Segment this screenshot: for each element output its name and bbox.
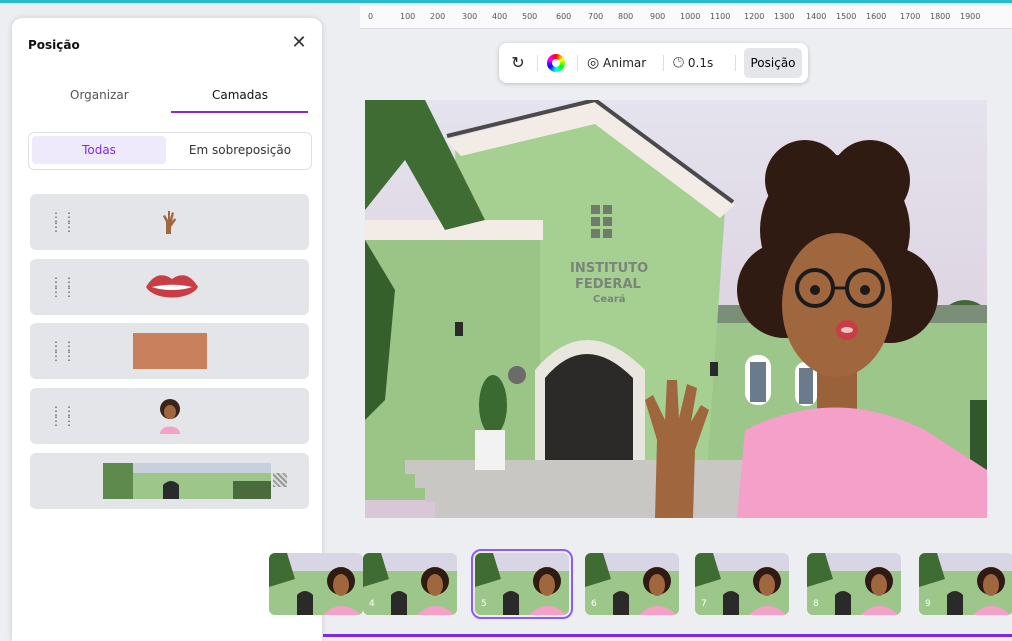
ruler-tick-label: 600 [556,12,572,21]
tab-organizar[interactable]: Organizar [70,88,129,102]
position-button[interactable]: Posição [744,48,802,78]
ruler-tick-label: 500 [522,12,538,21]
page-number: 6 [591,599,597,609]
color-wheel-icon[interactable] [545,43,567,83]
layer-item-hand[interactable]: ⋮⋮ ⋮⋮ [30,194,309,250]
ruler-tick-label: 300 [462,12,478,21]
duration-button[interactable]: 🕑︎ 0.1s [673,43,713,83]
rectangle-icon [133,333,207,369]
ruler-tick-label: 100 [400,12,416,21]
ruler-tick-label: 1700 [900,12,921,21]
page-number: 5 [481,599,487,609]
layer-item-lips[interactable]: ⋮⋮ ⋮⋮ [30,259,309,315]
tab-camadas[interactable]: Camadas [212,88,268,102]
toolbar-divider [735,55,736,71]
top-accent-line [0,0,1012,3]
active-tab-indicator [171,111,308,113]
ruler-tick-label: 1400 [806,12,827,21]
layer-item-rectangle[interactable]: ⋮⋮ ⋮⋮ [30,323,309,379]
toolbar-divider [663,55,664,71]
page-thumbnail[interactable]: 6 [585,553,679,615]
page-number: 4 [369,599,375,609]
background-photo-icon [103,463,271,499]
close-icon[interactable]: ✕ [288,32,310,54]
ruler-tick-label: 1200 [744,12,765,21]
filter-todas[interactable]: Todas [32,136,166,164]
building-sign-line2: FEDERAL [575,277,641,292]
ruler-tick-label: 1900 [960,12,981,21]
drag-handle-icon[interactable]: ⋮⋮ ⋮⋮ [50,276,75,298]
horizontal-ruler: 0 100 200 300 400 500 600 700 800 900 1000 1100 1200… [360,6,1012,29]
duration-label: 0.1s [687,56,714,70]
ruler-tick-label: 1500 [836,12,857,21]
page-thumbnail[interactable] [269,553,363,615]
page-thumbnail[interactable]: 4 [363,553,457,615]
clock-icon: 🕑︎ [673,55,685,71]
ruler-tick-label: 800 [618,12,634,21]
lips-icon [146,275,198,298]
canvas-scene: INSTITUTO FEDERAL Ceará [365,100,987,518]
page-timeline: 4 5 6 7 8 9 [269,545,1012,625]
ruler-tick-label: 1000 [680,12,701,21]
ruler-tick-label: 0 [368,12,374,21]
building-sign-line1: INSTITUTO [570,261,648,276]
ruler-tick-label: 200 [430,12,446,21]
animate-button[interactable]: ◎ Animar [587,43,646,83]
drag-handle-icon[interactable]: ⋮⋮ ⋮⋮ [50,211,75,233]
layer-filter: Todas Em sobreposição [28,132,312,170]
drag-handle-icon[interactable]: ⋮⋮ ⋮⋮ [50,405,75,427]
ruler-tick-label: 700 [588,12,604,21]
rotate-icon[interactable]: ↻ [507,43,529,83]
page-thumbnail[interactable]: 8 [807,553,901,615]
animate-icon: ◎ [587,55,600,71]
layer-item-woman[interactable]: ⋮⋮ ⋮⋮ [30,388,309,444]
hand-icon [163,211,176,234]
toolbar-divider [537,55,538,71]
page-number: 9 [925,599,931,609]
ruler-tick-label: 1600 [866,12,887,21]
drag-handle-icon[interactable]: ⋮⋮ ⋮⋮ [50,340,75,362]
page-thumbnail[interactable]: 7 [695,553,789,615]
ruler-tick-label: 400 [492,12,508,21]
panel-title: Posição [28,38,80,52]
ruler-tick-label: 1800 [930,12,951,21]
page-thumbnail[interactable]: 9 [919,553,1012,615]
woman-avatar-icon [160,399,180,434]
position-panel: Posição ✕ Organizar Camadas Todas Em sob… [12,18,322,641]
filter-em-sobreposicao[interactable]: Em sobreposição [171,136,309,164]
design-canvas[interactable]: INSTITUTO FEDERAL Ceará [365,100,987,518]
ruler-tick-label: 900 [650,12,666,21]
animate-label: Animar [603,56,647,70]
toolbar-divider [577,55,578,71]
building-sign-line3: Ceará [593,293,626,305]
lock-icon[interactable] [273,473,287,487]
layer-item-background[interactable] [30,453,309,509]
page-thumbnail[interactable]: 5 [471,549,573,619]
timeline-progress-line [323,634,1012,637]
ruler-tick-label: 1100 [710,12,731,21]
element-toolbar: ↻ ◎ Animar 🕑︎ 0.1s Posição [499,43,808,83]
page-number: 8 [813,599,819,609]
ruler-tick-label: 1300 [774,12,795,21]
page-number: 7 [701,599,707,609]
